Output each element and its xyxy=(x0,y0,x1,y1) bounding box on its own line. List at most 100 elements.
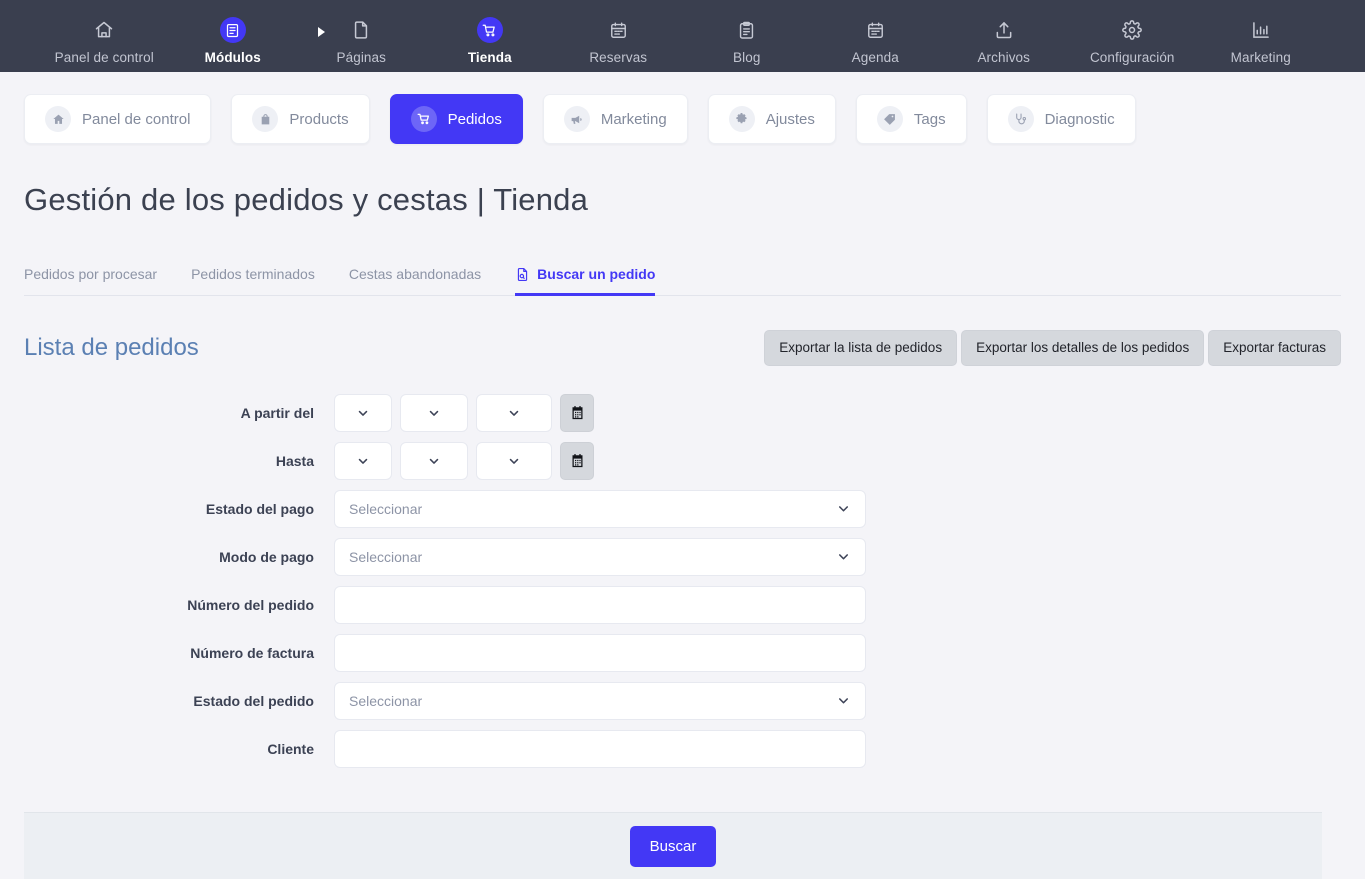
tab-pedidos-terminados[interactable]: Pedidos terminados xyxy=(191,266,315,295)
form-row-date-from: A partir del xyxy=(24,393,1341,432)
date-from-field-group xyxy=(334,393,594,432)
nav-item-agenda[interactable]: Agenda xyxy=(811,7,940,65)
date-from-calendar-button[interactable] xyxy=(560,393,594,432)
pill-tags[interactable]: Tags xyxy=(855,94,967,144)
nav-item-tienda[interactable]: Tienda xyxy=(426,7,555,65)
date-from-year-select[interactable] xyxy=(476,393,552,432)
nav-label: Archivos xyxy=(977,50,1031,65)
nav-item-panel-de-control[interactable]: Panel de control xyxy=(40,7,169,65)
home-icon xyxy=(91,17,117,43)
date-from-month-select[interactable] xyxy=(400,393,468,432)
cart-icon xyxy=(476,17,503,43)
clipboard-icon xyxy=(734,17,760,43)
tab-label: Pedidos terminados xyxy=(191,266,315,282)
payment-method-value: Seleccionar xyxy=(349,548,423,565)
nav-label: Módulos xyxy=(204,50,261,65)
export-invoices-button[interactable]: Exportar facturas xyxy=(1208,329,1341,366)
calendar-icon xyxy=(570,453,585,468)
label-customer: Cliente xyxy=(267,740,314,757)
nav-expand-arrow-icon[interactable] xyxy=(318,27,325,37)
form-row-date-to: Hasta xyxy=(24,441,1341,480)
nav-label: Marketing xyxy=(1230,50,1291,65)
form-row-order-status: Estado del pedido Seleccionar xyxy=(24,681,1341,720)
tab-cestas-abandonadas[interactable]: Cestas abandonadas xyxy=(349,266,481,295)
chevron-down-icon xyxy=(427,406,441,420)
nav-item-paginas[interactable]: Páginas xyxy=(297,7,426,65)
pill-label: Pedidos xyxy=(447,110,502,128)
pill-pedidos[interactable]: Pedidos xyxy=(389,94,523,144)
nav-item-blog[interactable]: Blog xyxy=(683,7,812,65)
nav-item-marketing[interactable]: Marketing xyxy=(1197,7,1326,65)
chevron-down-icon xyxy=(836,549,851,564)
label-date-from: A partir del xyxy=(240,404,314,421)
date-to-year-select[interactable] xyxy=(476,441,552,480)
tab-label: Cestas abandonadas xyxy=(348,266,482,282)
tab-label: Buscar un pedido xyxy=(537,266,656,282)
modules-icon xyxy=(219,17,246,43)
order-number-field-group xyxy=(334,585,866,624)
payment-method-field-group: Seleccionar xyxy=(334,537,866,576)
chevron-down-icon xyxy=(507,454,521,468)
date-to-calendar-button[interactable] xyxy=(560,441,594,480)
tab-pedidos-por-procesar[interactable]: Pedidos por procesar xyxy=(24,266,157,295)
pill-diagnostic[interactable]: Diagnostic xyxy=(986,94,1136,144)
payment-method-select[interactable]: Seleccionar xyxy=(334,537,866,576)
form-row-payment-method: Modo de pago Seleccionar xyxy=(24,537,1341,576)
date-to-month-select[interactable] xyxy=(400,441,468,480)
search-button[interactable]: Buscar xyxy=(629,825,717,867)
order-status-select[interactable]: Seleccionar xyxy=(334,681,866,720)
tab-label: Pedidos por procesar xyxy=(24,266,158,282)
calendar-days-icon xyxy=(862,17,888,43)
chevron-down-icon xyxy=(836,501,851,516)
page-title: Gestión de los pedidos y cestas | Tienda xyxy=(24,182,589,217)
invoice-number-field-group xyxy=(334,633,866,672)
invoice-number-input[interactable] xyxy=(334,633,866,672)
page-icon xyxy=(348,17,374,43)
stethoscope-icon xyxy=(1007,106,1034,132)
gear-icon xyxy=(728,106,755,132)
order-number-input[interactable] xyxy=(334,585,866,624)
calendar-icon xyxy=(570,405,585,420)
form-row-payment-status: Estado del pago Seleccionar xyxy=(24,489,1341,528)
chevron-down-icon xyxy=(356,454,370,468)
nav-item-reservas[interactable]: Reservas xyxy=(554,7,683,65)
label-payment-method: Modo de pago xyxy=(219,548,314,565)
megaphone-icon xyxy=(563,106,590,132)
bag-icon xyxy=(252,106,279,132)
export-order-list-button[interactable]: Exportar la lista de pedidos xyxy=(764,329,958,366)
pill-products[interactable]: Products xyxy=(231,94,370,144)
export-order-details-button[interactable]: Exportar los detalles de los pedidos xyxy=(961,329,1205,366)
payment-status-field-group: Seleccionar xyxy=(334,489,866,528)
order-search-form: A partir del Hasta Estado del pago Selec… xyxy=(24,393,1341,768)
nav-item-modulos[interactable]: Módulos xyxy=(169,7,298,65)
customer-input[interactable] xyxy=(334,729,866,768)
order-status-field-group: Seleccionar xyxy=(334,681,866,720)
nav-item-archivos[interactable]: Archivos xyxy=(940,7,1069,65)
nav-label: Reservas xyxy=(589,50,648,65)
chevron-down-icon xyxy=(427,454,441,468)
bar-chart-icon xyxy=(1248,17,1274,43)
form-row-invoice-number: Número de factura xyxy=(24,633,1341,672)
date-from-day-select[interactable] xyxy=(334,393,392,432)
label-invoice-number: Número de factura xyxy=(190,644,314,661)
order-status-value: Seleccionar xyxy=(349,692,423,709)
pill-label: Ajustes xyxy=(765,110,815,128)
section-title: Lista de pedidos xyxy=(24,333,199,361)
section-header: Lista de pedidos Exportar la lista de pe… xyxy=(24,314,1341,382)
customer-field-group xyxy=(334,729,866,768)
calendar-icon xyxy=(605,17,631,43)
nav-label: Panel de control xyxy=(54,50,154,65)
pill-label: Products xyxy=(289,110,349,128)
pill-marketing[interactable]: Marketing xyxy=(542,94,688,144)
nav-item-configuracion[interactable]: Configuración xyxy=(1068,7,1197,65)
document-search-icon xyxy=(515,267,530,282)
tag-icon xyxy=(876,106,903,132)
pill-panel-de-control[interactable]: Panel de control xyxy=(24,94,212,144)
cart-icon xyxy=(410,106,437,132)
payment-status-select[interactable]: Seleccionar xyxy=(334,489,866,528)
date-to-day-select[interactable] xyxy=(334,441,392,480)
pill-ajustes[interactable]: Ajustes xyxy=(707,94,836,144)
nav-label: Blog xyxy=(733,50,761,65)
tab-buscar-un-pedido[interactable]: Buscar un pedido xyxy=(515,266,656,296)
content-tabs: Pedidos por procesar Pedidos terminados … xyxy=(24,250,1341,296)
